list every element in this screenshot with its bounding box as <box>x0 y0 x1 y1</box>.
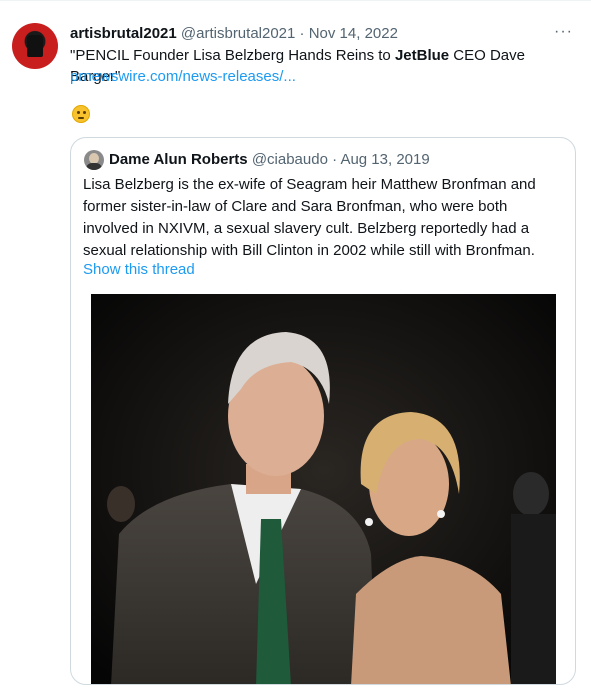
tweet-text-bold: JetBlue <box>394 47 450 64</box>
quoted-tweet[interactable]: Dame Alun Roberts @ciabaudo · Aug 13, 20… <box>70 137 576 685</box>
tweet-link[interactable]: prnewswire.com/news-releases/... <box>70 66 296 87</box>
tweet-text-prefix: "PENCIL Founder Lisa Belzberg Hands Rein… <box>70 47 395 64</box>
tweet-date[interactable]: Nov 14, 2022 <box>309 25 398 42</box>
quote-date[interactable]: Aug 13, 2019 <box>340 151 429 168</box>
author-name[interactable]: artisbrutal2021 <box>70 25 177 42</box>
more-icon[interactable]: ··· <box>554 23 573 41</box>
tweet-header: artisbrutal2021 @artisbrutal2021 · Nov 1… <box>70 24 398 43</box>
show-thread-link[interactable]: Show this thread <box>83 259 195 280</box>
quote-author-name[interactable]: Dame Alun Roberts <box>109 151 248 168</box>
author-avatar[interactable] <box>12 23 58 69</box>
quote-text: Lisa Belzberg is the ex-wife of Seagram … <box>83 176 536 259</box>
tweet[interactable]: artisbrutal2021 @artisbrutal2021 · Nov 1… <box>0 0 591 697</box>
quote-author-handle[interactable]: @ciabaudo <box>252 151 328 168</box>
thinking-face-icon <box>72 105 90 123</box>
quote-header: Dame Alun Roberts @ciabaudo · Aug 13, 20… <box>109 150 430 169</box>
quote-separator: · <box>332 151 338 168</box>
separator: · <box>299 25 305 42</box>
author-handle[interactable]: @artisbrutal2021 <box>181 25 295 42</box>
quote-author-avatar[interactable] <box>84 150 104 170</box>
photo-illustration <box>91 294 556 684</box>
quote-photo[interactable] <box>91 294 556 684</box>
